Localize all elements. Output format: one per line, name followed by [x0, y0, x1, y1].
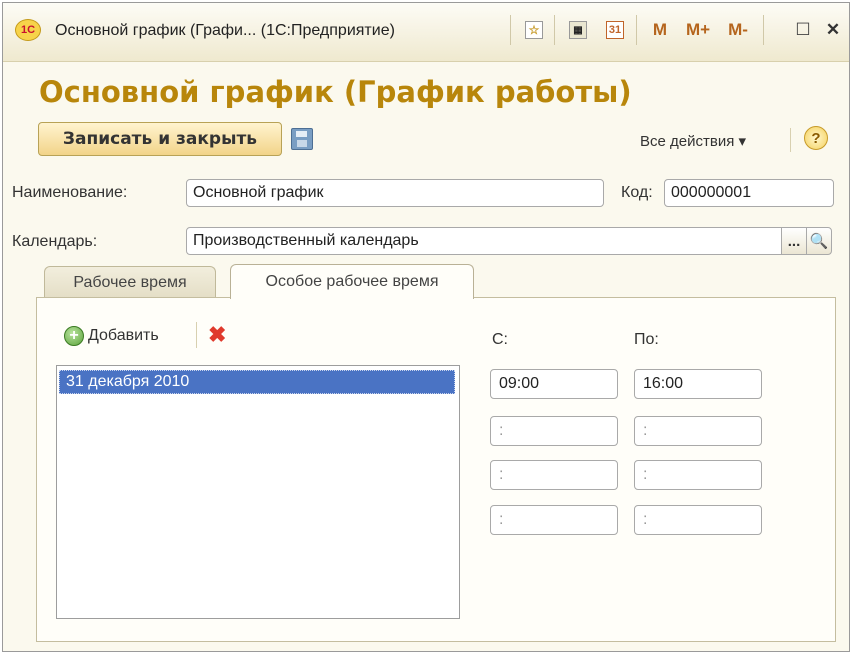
to-time-field[interactable]: 16:00: [634, 369, 762, 399]
title-bar: 1С Основной график (Графи... (1С:Предпри…: [3, 3, 849, 62]
calculator-icon: ▦: [569, 21, 587, 39]
toolbar-separator: [554, 15, 555, 45]
window-title: Основной график (Графи... (1С:Предприяти…: [55, 22, 395, 39]
from-time-field[interactable]: :: [490, 505, 618, 535]
toolbar-separator: [636, 15, 637, 45]
memory-minus-button[interactable]: M-: [721, 17, 755, 43]
memory-m-button[interactable]: M: [647, 17, 673, 43]
all-actions-menu[interactable]: Все действия ▾: [640, 132, 746, 150]
toolbar-separator: [510, 15, 511, 45]
toolbar-separator: [763, 15, 764, 45]
tab-special-working-time[interactable]: Особое рабочее время: [230, 264, 474, 299]
toolbar-separator: [196, 322, 197, 348]
code-field[interactable]: 000000001: [664, 179, 834, 207]
search-icon[interactable]: 🔍: [806, 227, 832, 255]
maximize-button[interactable]: ☐: [791, 17, 815, 43]
dates-list[interactable]: 31 декабря 2010: [56, 365, 460, 619]
from-time-field[interactable]: 09:00: [490, 369, 618, 399]
form-title: Основной график (График работы): [39, 75, 632, 109]
app-logo-icon: 1С: [15, 19, 41, 41]
delete-icon[interactable]: ✖: [208, 324, 226, 346]
from-header: С:: [492, 331, 508, 348]
calendar-button[interactable]: 31: [601, 17, 629, 43]
save-icon[interactable]: [291, 128, 313, 150]
add-button[interactable]: + Добавить: [64, 326, 159, 346]
from-time-field[interactable]: :: [490, 416, 618, 446]
close-button[interactable]: ✕: [821, 17, 845, 43]
calculator-button[interactable]: ▦: [565, 17, 591, 43]
plus-icon: +: [64, 326, 84, 346]
memory-plus-button[interactable]: M+: [681, 17, 715, 43]
name-label: Наименование:: [12, 184, 128, 201]
calendar-icon: 31: [606, 21, 624, 39]
to-time-field[interactable]: :: [634, 505, 762, 535]
name-field[interactable]: Основной график: [186, 179, 604, 207]
to-time-field[interactable]: :: [634, 416, 762, 446]
to-header: По:: [634, 331, 659, 348]
list-item[interactable]: 31 декабря 2010: [59, 370, 455, 394]
calendar-label: Календарь:: [12, 233, 98, 250]
code-label: Код:: [621, 184, 653, 201]
toolbar-separator: [790, 128, 791, 152]
favorite-button[interactable]: ☆: [521, 17, 547, 43]
tab-working-time[interactable]: Рабочее время: [44, 266, 216, 298]
calendar-field[interactable]: Производственный календарь: [186, 227, 782, 255]
star-icon: ☆: [525, 21, 543, 39]
from-time-field[interactable]: :: [490, 460, 618, 490]
add-button-label: Добавить: [88, 327, 159, 344]
to-time-field[interactable]: :: [634, 460, 762, 490]
help-button[interactable]: ?: [804, 126, 828, 150]
save-and-close-button[interactable]: Записать и закрыть: [38, 122, 282, 156]
select-button[interactable]: ...: [781, 227, 807, 255]
